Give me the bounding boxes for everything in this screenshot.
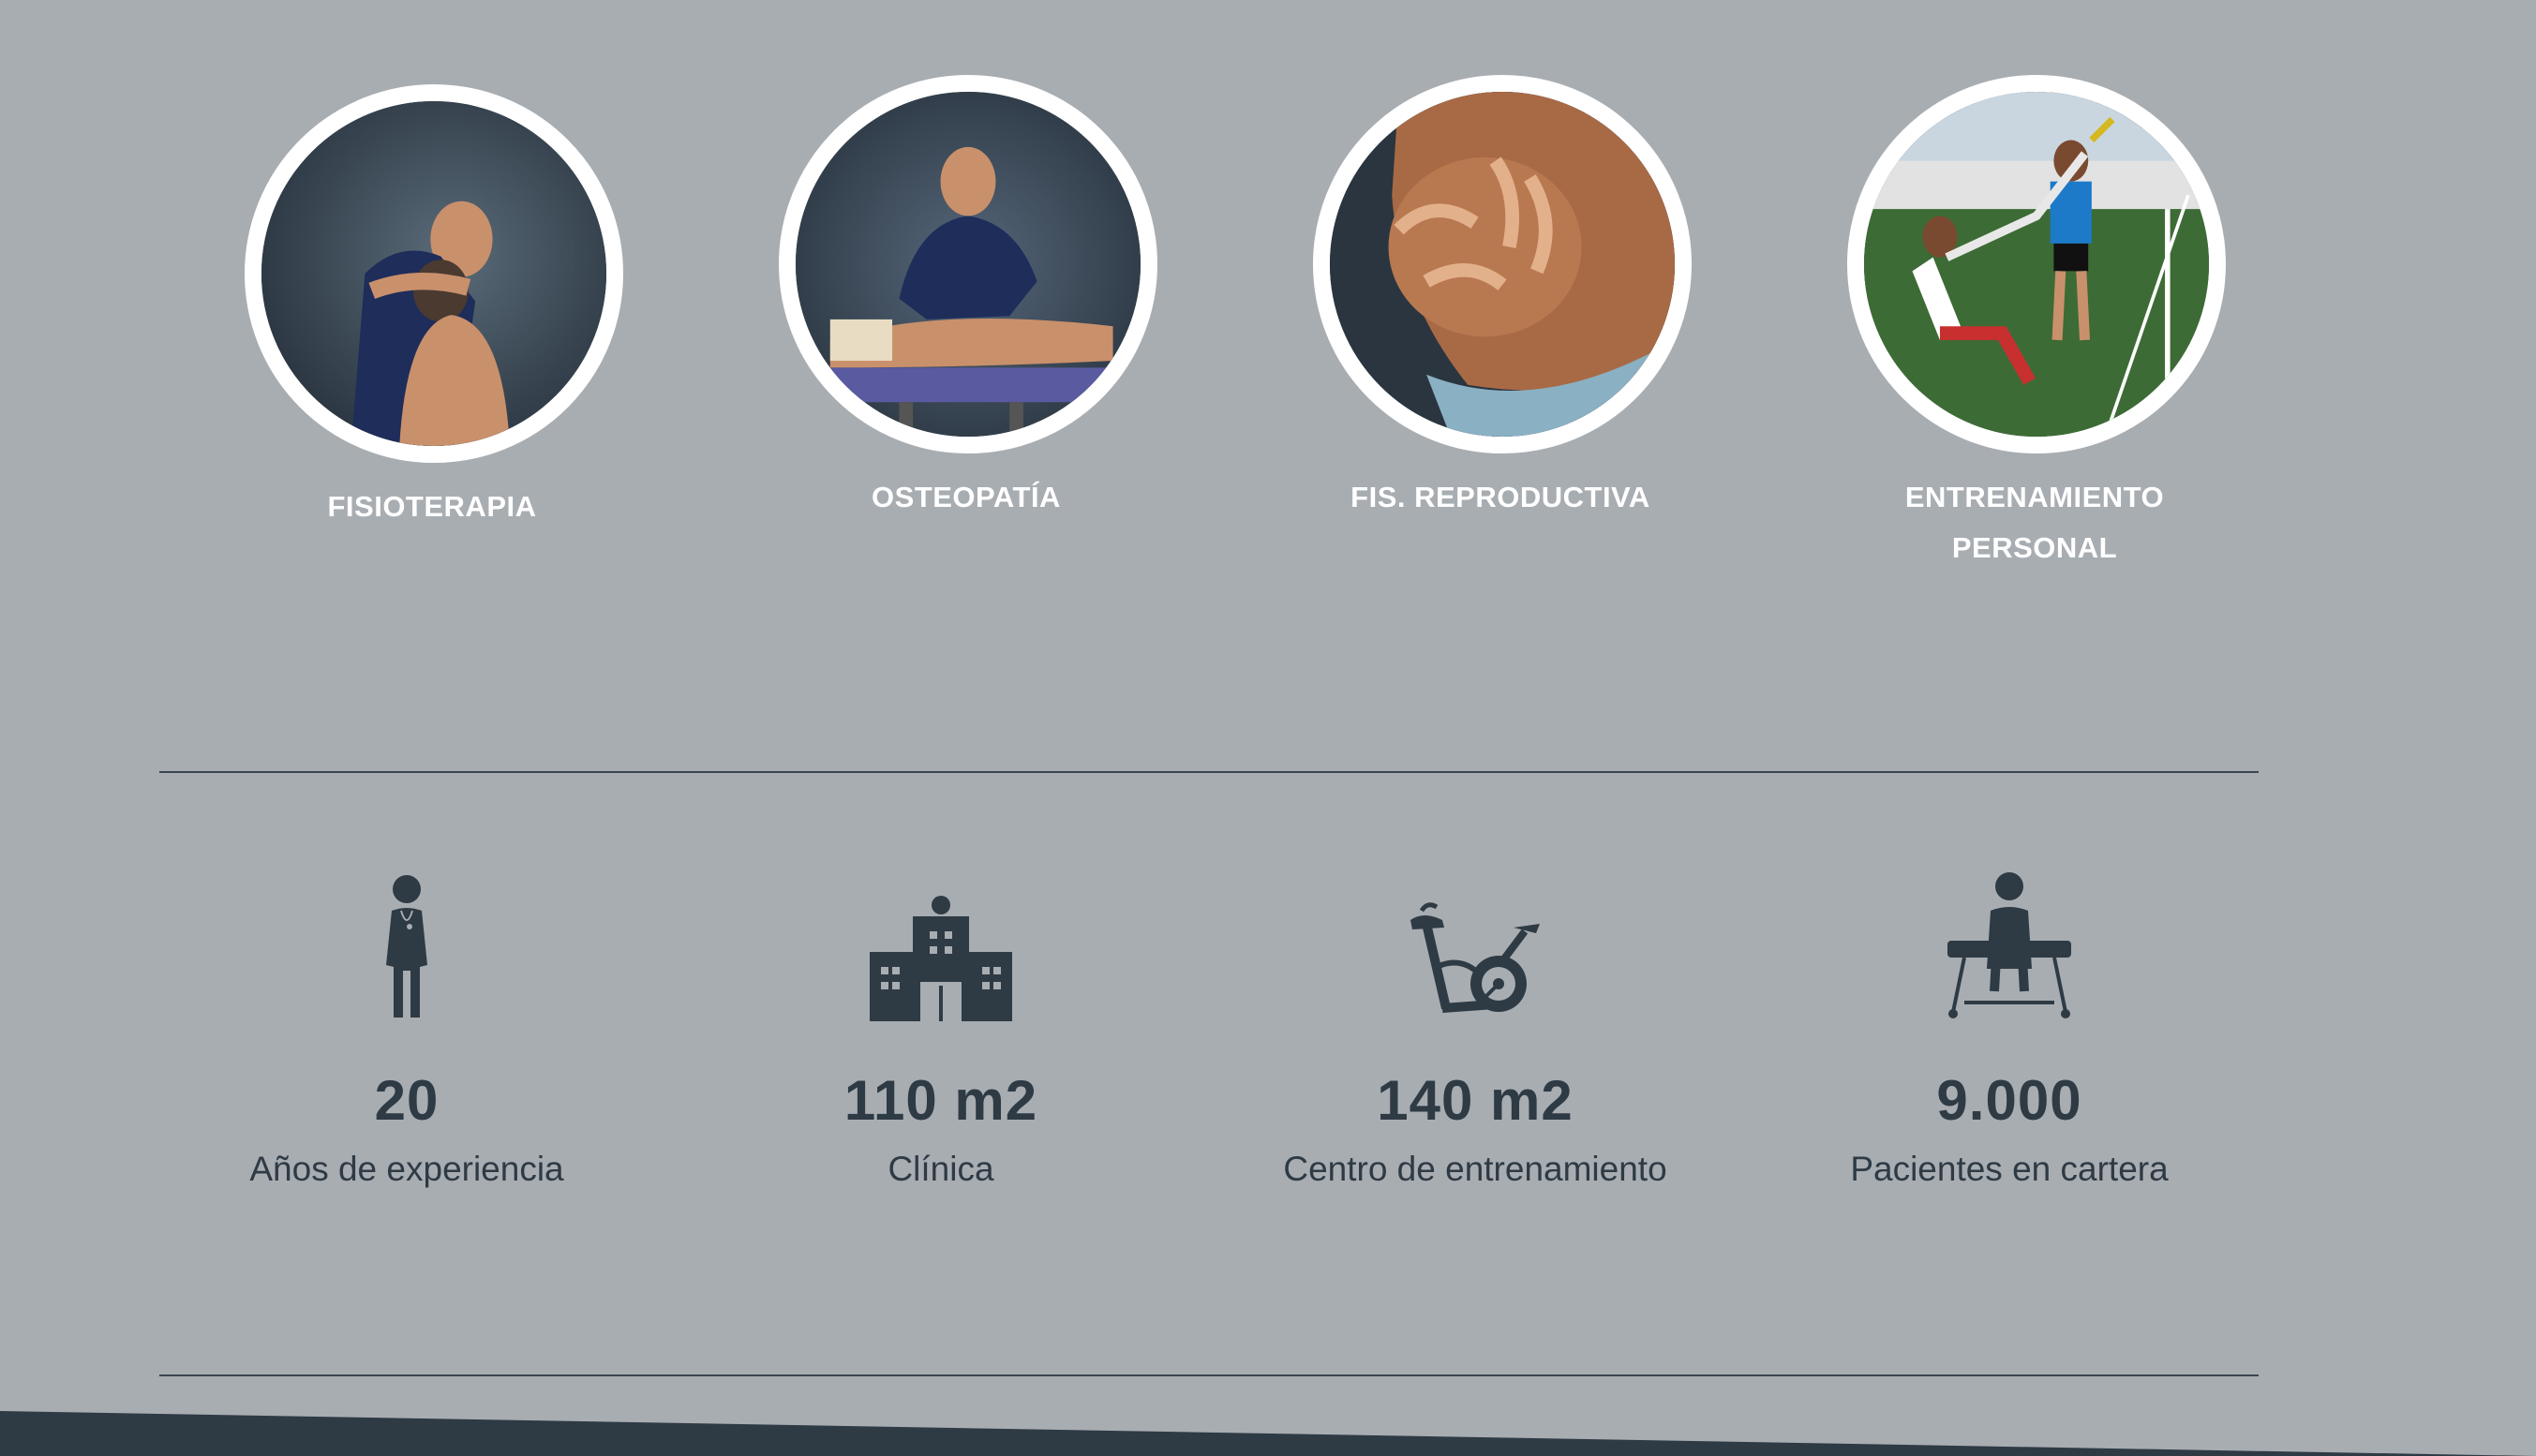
stats-section: 20 Años de experiencia 110 m2 Clínica 14… [0,862,2536,1387]
stat-label: Clínica [888,1150,994,1188]
stat-label: Años de experiencia [249,1150,564,1188]
service-image-fisioterapia[interactable] [245,84,623,463]
stat-patients: 9.000 Pacientes en cartera [1747,862,2272,1189]
stat-clinic: 110 m2 Clínica [679,862,1203,1189]
stat-training-center: 140 m2 Centro de entrenamiento [1213,862,1738,1189]
stat-label: Pacientes en cartera [1850,1150,2169,1188]
patient-table-icon [1747,862,2272,1021]
stat-value: 9.000 [1936,1069,2082,1132]
stat-value: 20 [374,1069,440,1132]
service-entrenamiento-personal[interactable]: ENTRENAMIENTO PERSONAL [1847,75,2226,573]
service-title[interactable]: FISIOTERAPIA [245,482,619,532]
service-image-fis-reproductiva[interactable] [1313,75,1692,453]
service-fisioterapia[interactable]: FISIOTERAPIA [245,84,623,532]
doctor-icon [144,862,669,1021]
bottom-divider [159,1374,2259,1376]
service-title[interactable]: ENTRENAMIENTO PERSONAL [1847,472,2222,573]
service-image-entrenamiento[interactable] [1847,75,2226,453]
services-section: FISIOTERAPIA OSTEOPATÍA FIS. REPRODUCTIV… [0,0,2536,600]
service-title[interactable]: FIS. REPRODUCTIVA [1313,472,1688,523]
clinic-building-icon [679,862,1203,1021]
stat-value: 140 m2 [1377,1069,1574,1132]
service-image-osteopatia[interactable] [779,75,1157,453]
stat-experience: 20 Años de experiencia [144,862,669,1189]
stat-value: 110 m2 [843,1069,1038,1132]
top-divider [159,771,2259,773]
stat-label: Centro de entrenamiento [1283,1150,1667,1188]
footer-wedge [0,1411,2536,1456]
exercise-bike-icon [1213,862,1738,1021]
service-fis-reproductiva[interactable]: FIS. REPRODUCTIVA [1313,75,1692,523]
service-title[interactable]: OSTEOPATÍA [779,472,1154,523]
service-osteopatia[interactable]: OSTEOPATÍA [779,75,1157,523]
